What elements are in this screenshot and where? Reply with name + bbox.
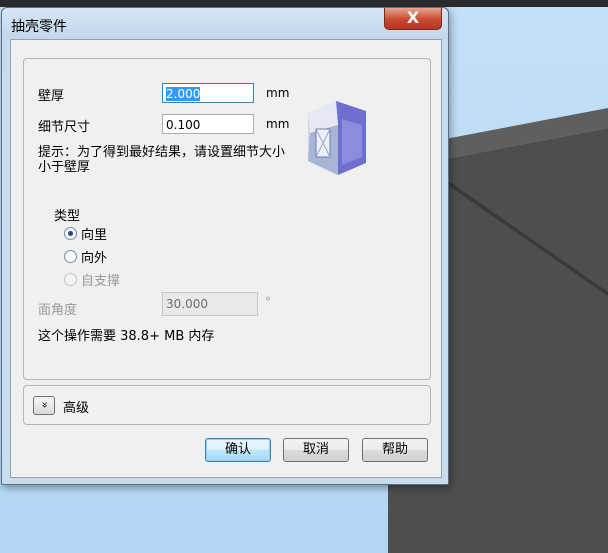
ok-button[interactable]: 确认 bbox=[205, 438, 271, 462]
help-button[interactable]: 帮助 bbox=[362, 438, 428, 462]
expand-advanced-button[interactable]: » bbox=[33, 396, 55, 415]
outward-radio[interactable] bbox=[64, 249, 77, 263]
thickness-field[interactable]: 2.000 bbox=[162, 83, 254, 103]
thickness-unit: mm bbox=[266, 86, 290, 100]
close-button[interactable]: X bbox=[384, 8, 442, 30]
shell-part-dialog: 抽壳零件 X 壁厚 2.000 mm 细节尺寸 0.100 mm 提示：为了得到… bbox=[1, 7, 449, 485]
memory-requirement-text: 这个操作需要 38.8+ MB 内存 bbox=[38, 329, 215, 344]
detail-size-label: 细节尺寸 bbox=[38, 120, 91, 135]
type-option-outward[interactable]: 向外 bbox=[64, 247, 108, 266]
dialog-title: 抽壳零件 bbox=[11, 19, 67, 35]
shell-box-icon bbox=[308, 101, 366, 175]
face-angle-label: 面角度 bbox=[38, 303, 78, 318]
cancel-button[interactable]: 取消 bbox=[283, 438, 349, 462]
inward-label: 向里 bbox=[81, 227, 108, 243]
face-angle-unit: ° bbox=[265, 295, 271, 309]
type-label: 类型 bbox=[54, 209, 81, 224]
advanced-section[interactable]: » 高级 bbox=[23, 385, 431, 425]
hint-text: 提示：为了得到最好结果，请设置细节大小小于壁厚 bbox=[38, 145, 286, 175]
face-angle-value: 30.000 bbox=[166, 297, 208, 311]
outward-label: 向外 bbox=[81, 250, 108, 266]
close-icon: X bbox=[406, 8, 420, 27]
inward-radio[interactable] bbox=[64, 226, 77, 240]
parameters-group: 壁厚 2.000 mm 细节尺寸 0.100 mm 提示：为了得到最好结果，请设… bbox=[23, 58, 431, 380]
detail-size-value: 0.100 bbox=[166, 118, 201, 132]
type-option-inward[interactable]: 向里 bbox=[64, 224, 108, 243]
self-support-label: 自支撑 bbox=[81, 273, 121, 289]
double-chevron-down-icon: » bbox=[37, 401, 51, 409]
dialog-client-area: 壁厚 2.000 mm 细节尺寸 0.100 mm 提示：为了得到最好结果，请设… bbox=[10, 39, 442, 478]
face-angle-field: 30.000 bbox=[162, 292, 258, 316]
viewport-top-strip bbox=[0, 0, 608, 7]
advanced-label: 高级 bbox=[63, 401, 90, 416]
thickness-label: 壁厚 bbox=[38, 89, 65, 104]
thickness-value: 2.000 bbox=[166, 87, 201, 101]
detail-size-unit: mm bbox=[266, 117, 290, 131]
detail-size-field[interactable]: 0.100 bbox=[162, 114, 254, 134]
type-option-self-support: 自支撑 bbox=[64, 270, 121, 289]
title-bar[interactable]: 抽壳零件 X bbox=[2, 8, 448, 39]
self-support-radio bbox=[64, 272, 77, 286]
